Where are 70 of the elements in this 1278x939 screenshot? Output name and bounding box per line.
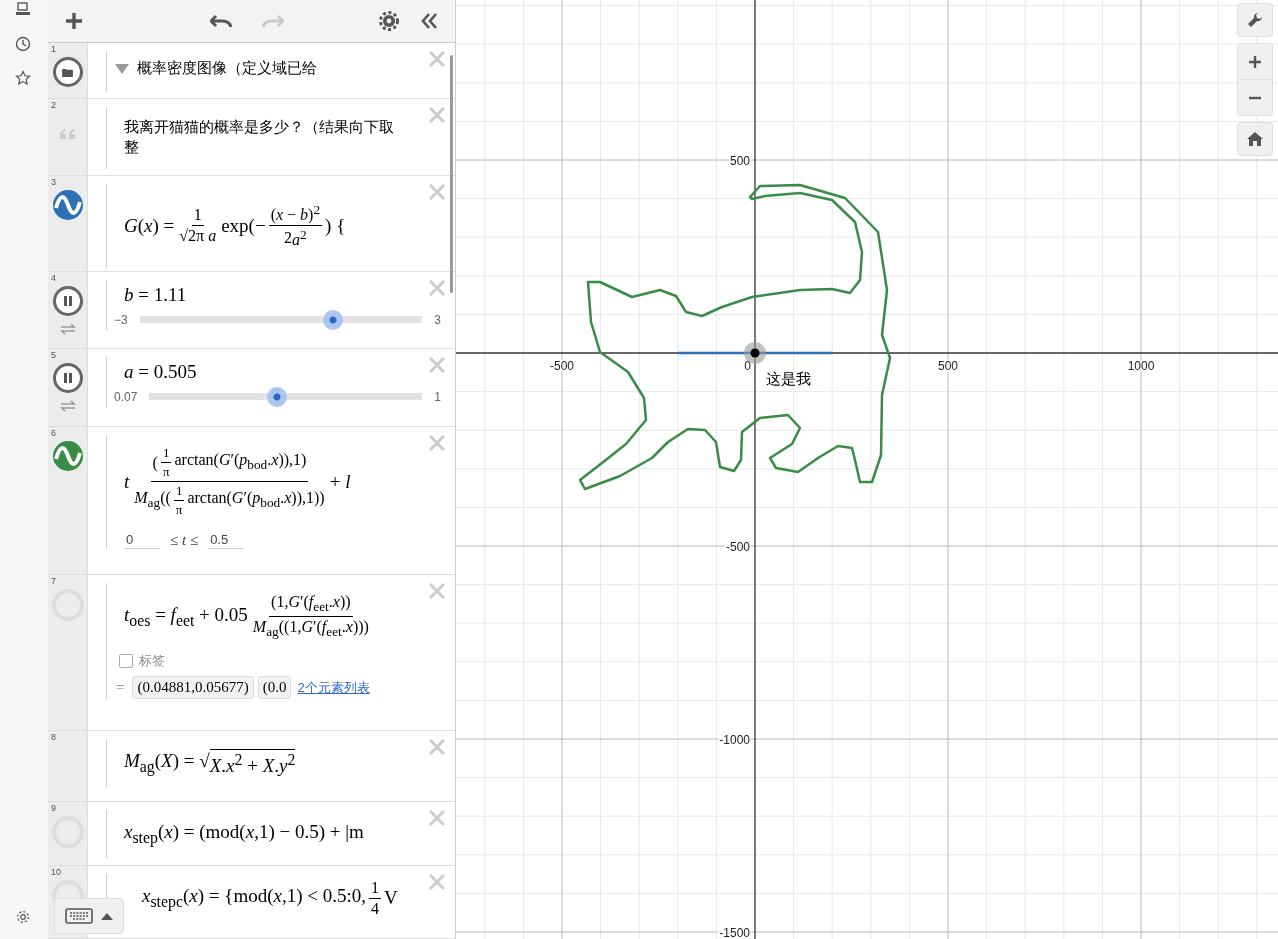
- gear-icon: [379, 11, 399, 31]
- line-number: 9: [51, 803, 56, 813]
- formula[interactable]: b = 1.11: [124, 280, 419, 310]
- slider-min[interactable]: −3: [114, 313, 128, 327]
- line-number: 7: [51, 576, 56, 586]
- redo-icon: [261, 13, 284, 29]
- formula[interactable]: x$_{step}$(x) = (mod(x,1) − 0.5) + |m: [124, 810, 419, 858]
- graph-style-icon[interactable]: [52, 190, 83, 220]
- axis-label: 500: [938, 359, 958, 373]
- line-number: 4: [51, 273, 56, 283]
- value-chip: (0.04881,0.05677): [132, 676, 254, 700]
- settings-icon[interactable]: [15, 909, 31, 925]
- clock-icon[interactable]: [15, 36, 31, 52]
- checkbox-label[interactable]: 标签: [139, 652, 165, 671]
- axis-label: 1000: [1127, 359, 1155, 373]
- line-number: 5: [51, 350, 56, 360]
- wrench-icon: [1247, 12, 1263, 28]
- list-link[interactable]: 2个元素列表: [297, 678, 370, 697]
- pause-button[interactable]: [52, 363, 83, 393]
- expand-toggle-icon[interactable]: [115, 63, 129, 74]
- slider-max[interactable]: 3: [434, 313, 441, 327]
- point-label: 这是我: [766, 370, 811, 388]
- slider-thumb[interactable]: [267, 387, 288, 407]
- folder-title[interactable]: 概率密度图像（定义域已给: [137, 59, 317, 78]
- home-button[interactable]: [1237, 122, 1273, 156]
- quote-icon: [59, 129, 76, 139]
- slider-max[interactable]: 1: [434, 390, 441, 404]
- folder-icon[interactable]: [52, 57, 83, 87]
- computer-icon[interactable]: [15, 2, 31, 18]
- caret-icon: [101, 912, 113, 920]
- domain-relation: ≤ t ≤: [170, 532, 199, 549]
- line-number: 10: [51, 867, 61, 877]
- slider-min[interactable]: 0.07: [114, 390, 138, 404]
- formula[interactable]: t$_{oes}$ = f$_{eet}$ + 0.05 (1,G′(f$_{eet}$.x)) M$_{ag}$((1,G′(f$_{eet}$.x))): [124, 583, 419, 645]
- line-number: 6: [51, 428, 56, 438]
- axis-label: 500: [729, 154, 750, 168]
- line-number: 3: [51, 177, 56, 187]
- plus-icon: [1249, 55, 1261, 68]
- pause-icon: [62, 296, 73, 306]
- double-chevron-icon: [419, 11, 439, 31]
- undo-icon: [209, 13, 232, 29]
- graph-settings-button[interactable]: [1237, 3, 1273, 37]
- domain-max-field[interactable]: 0.5: [208, 532, 245, 549]
- zoom-in-button[interactable]: [1237, 43, 1273, 80]
- equals-sign: =: [116, 679, 125, 697]
- pause-button[interactable]: [52, 286, 83, 316]
- checkbox[interactable]: [119, 654, 133, 669]
- repeat-icon[interactable]: [59, 399, 76, 413]
- formula[interactable]: a = 0.505: [124, 357, 419, 387]
- axis-label: -500: [725, 540, 750, 554]
- axis-label: -1500: [719, 926, 750, 939]
- slider-thumb[interactable]: [323, 310, 344, 330]
- plus-icon: [64, 11, 84, 31]
- axis-label: -1000: [719, 733, 750, 747]
- pause-icon: [62, 373, 73, 383]
- axis-label: 0: [744, 359, 751, 373]
- formula[interactable]: M$_{ag}$(X) = √X.x$^{2}$ + X.y$^{2}$: [124, 739, 419, 787]
- graph-style-icon[interactable]: [52, 441, 83, 471]
- home-icon: [1247, 132, 1263, 146]
- domain-min-field[interactable]: 0: [124, 532, 160, 549]
- line-number: 2: [51, 100, 56, 110]
- line-number: 8: [51, 732, 56, 742]
- value-chip: (0.0: [257, 676, 292, 700]
- axis-label: -500: [550, 359, 574, 373]
- star-icon[interactable]: [15, 70, 31, 86]
- repeat-icon[interactable]: [59, 322, 76, 336]
- note-text[interactable]: 我离开猫猫的概率是多少？（结果向下取整: [124, 107, 394, 167]
- line-number: 1: [51, 44, 56, 54]
- keyboard-icon: [65, 908, 93, 924]
- keyboard-button[interactable]: [54, 898, 124, 934]
